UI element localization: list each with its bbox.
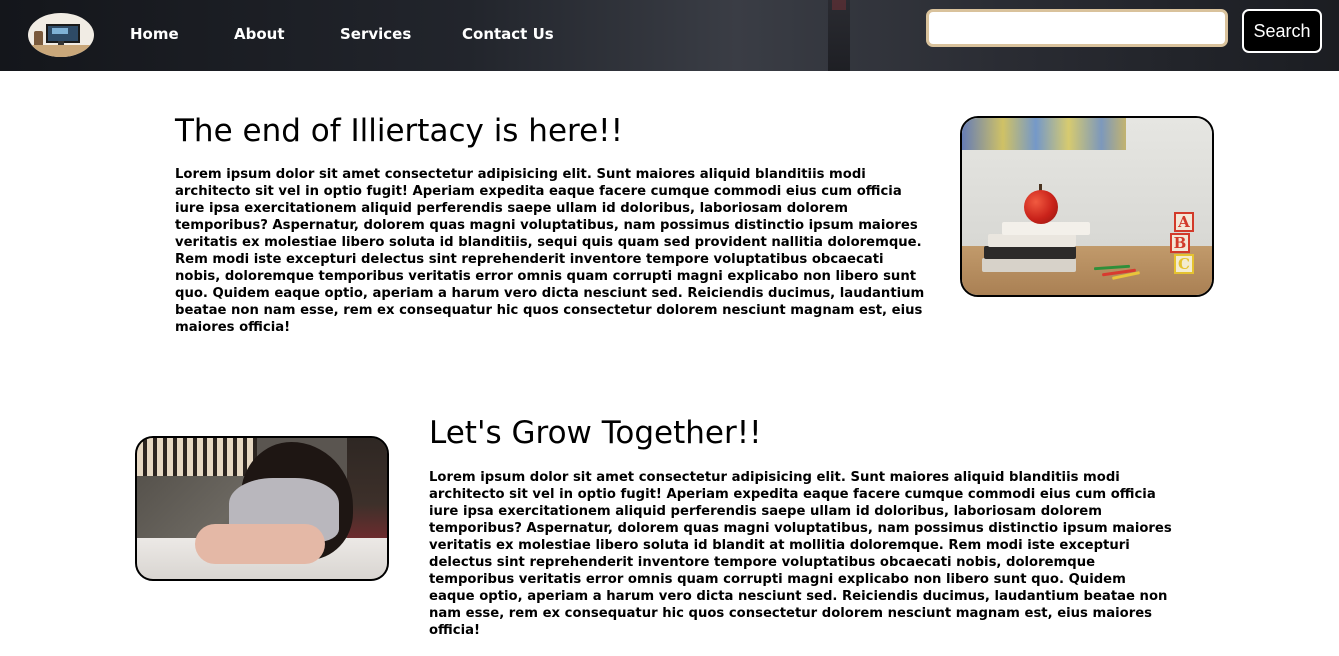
image-apple <box>1024 190 1058 224</box>
nav-link-contact-us[interactable]: Contact Us <box>462 25 554 43</box>
section-heading-grow: Let's Grow Together!! <box>429 415 762 451</box>
search-input[interactable] <box>926 9 1228 47</box>
section-heading-literacy: The end of Illiertacy is here!! <box>175 113 624 149</box>
image-block-c: C <box>1174 254 1194 274</box>
image-leg <box>195 524 325 564</box>
image-book <box>982 258 1076 272</box>
desk-apple-books-image: A B C <box>960 116 1214 297</box>
search-button[interactable]: Search <box>1242 9 1322 53</box>
background-post <box>828 0 850 71</box>
site-logo[interactable] <box>28 13 94 57</box>
image-book <box>984 246 1076 259</box>
image-book <box>988 234 1076 247</box>
image-book-cover <box>347 438 387 548</box>
girl-reading-image <box>135 436 389 581</box>
image-block-b: B <box>1170 233 1190 253</box>
navbar: Home About Services Contact Us Search <box>0 0 1339 71</box>
nav-link-about[interactable]: About <box>234 25 285 43</box>
logo-desk-shape <box>28 45 94 57</box>
nav-link-home[interactable]: Home <box>130 25 179 43</box>
section-paragraph-literacy: Lorem ipsum dolor sit amet consectetur a… <box>175 167 925 335</box>
image-striped-wall <box>137 438 257 478</box>
image-painting <box>962 118 1126 150</box>
nav-link-services[interactable]: Services <box>340 25 411 43</box>
background-post-cap <box>832 0 846 10</box>
logo-monitor-glow <box>52 28 68 34</box>
image-block-a: A <box>1174 212 1194 232</box>
image-book <box>1002 222 1090 235</box>
section-paragraph-grow: Lorem ipsum dolor sit amet consectetur a… <box>429 470 1172 638</box>
